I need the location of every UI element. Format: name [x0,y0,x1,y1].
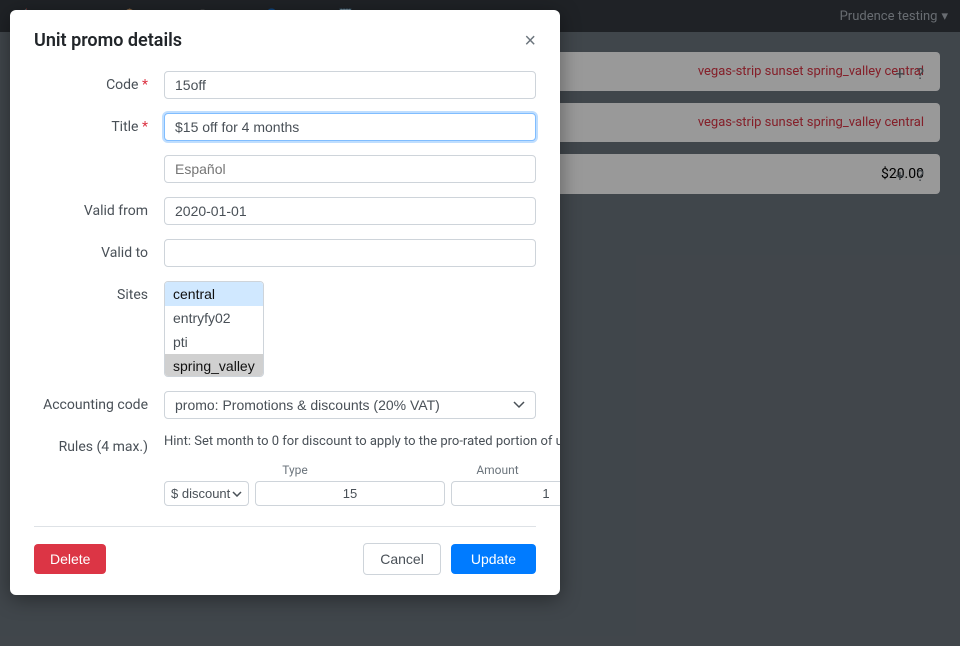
accounting-code-row: Accounting code promo: Promotions & disc… [34,391,536,419]
sites-label: Sites [34,281,164,303]
sites-row: Sites central entryfy02 pti spring_valle… [34,281,536,377]
update-button[interactable]: Update [451,544,536,574]
modal-title: Unit promo details [34,30,182,51]
title-required-star: * [142,119,148,135]
accounting-code-select[interactable]: promo: Promotions & discounts (20% VAT) [164,391,536,419]
valid-to-row: Valid to [34,239,536,267]
modal-footer: Delete Cancel Update [34,526,536,575]
modal-header: Unit promo details × [34,30,536,51]
title-label: Title * [34,113,164,135]
rules-row: Rules (4 max.) Hint: Set month to 0 for … [34,433,536,506]
code-label: Code * [34,71,164,93]
code-input[interactable] [164,71,536,99]
rule-table-header: Type Amount Start Month End Month [164,463,560,477]
rules-label: Rules (4 max.) [34,433,164,455]
unit-promo-modal: Unit promo details × Code * Title * [10,10,560,595]
valid-from-row: Valid from [34,197,536,225]
title-en-row: Title * [34,113,536,141]
valid-to-input[interactable] [164,239,536,267]
sites-select[interactable]: central entryfy02 pti spring_valley suns… [164,281,264,377]
modal-overlay: Unit promo details × Code * Title * [0,0,960,646]
rules-content: Hint: Set month to 0 for discount to app… [164,433,560,506]
rules-hint-row: Hint: Set month to 0 for discount to app… [164,433,560,453]
title-en-input[interactable] [164,113,536,141]
code-required-star: * [142,77,148,93]
valid-from-input[interactable] [164,197,536,225]
sites-container: central entryfy02 pti spring_valley suns… [164,281,536,377]
code-row: Code * [34,71,536,99]
cancel-button[interactable]: Cancel [363,543,441,575]
col-amount-header: Amount [432,463,560,477]
rule-start-month-input-0[interactable] [451,481,560,506]
col-type-header: Type [164,463,426,477]
title-es-row [34,155,536,183]
valid-from-label: Valid from [34,197,164,219]
rule-type-select-0[interactable]: $ discount % discount $ fixed price [164,481,249,506]
accounting-code-label: Accounting code [34,391,164,413]
title-es-input[interactable] [164,155,536,183]
title-es-label [34,155,164,161]
delete-button[interactable]: Delete [34,544,106,574]
valid-to-label: Valid to [34,239,164,261]
modal-close-button[interactable]: × [524,31,536,51]
rule-amount-input-0[interactable] [255,481,445,506]
rules-hint: Hint: Set month to 0 for discount to app… [164,433,560,451]
rule-table: Type Amount Start Month End Month $ disc… [164,463,560,506]
rule-row-0: $ discount % discount $ fixed price ✕ [164,481,560,506]
